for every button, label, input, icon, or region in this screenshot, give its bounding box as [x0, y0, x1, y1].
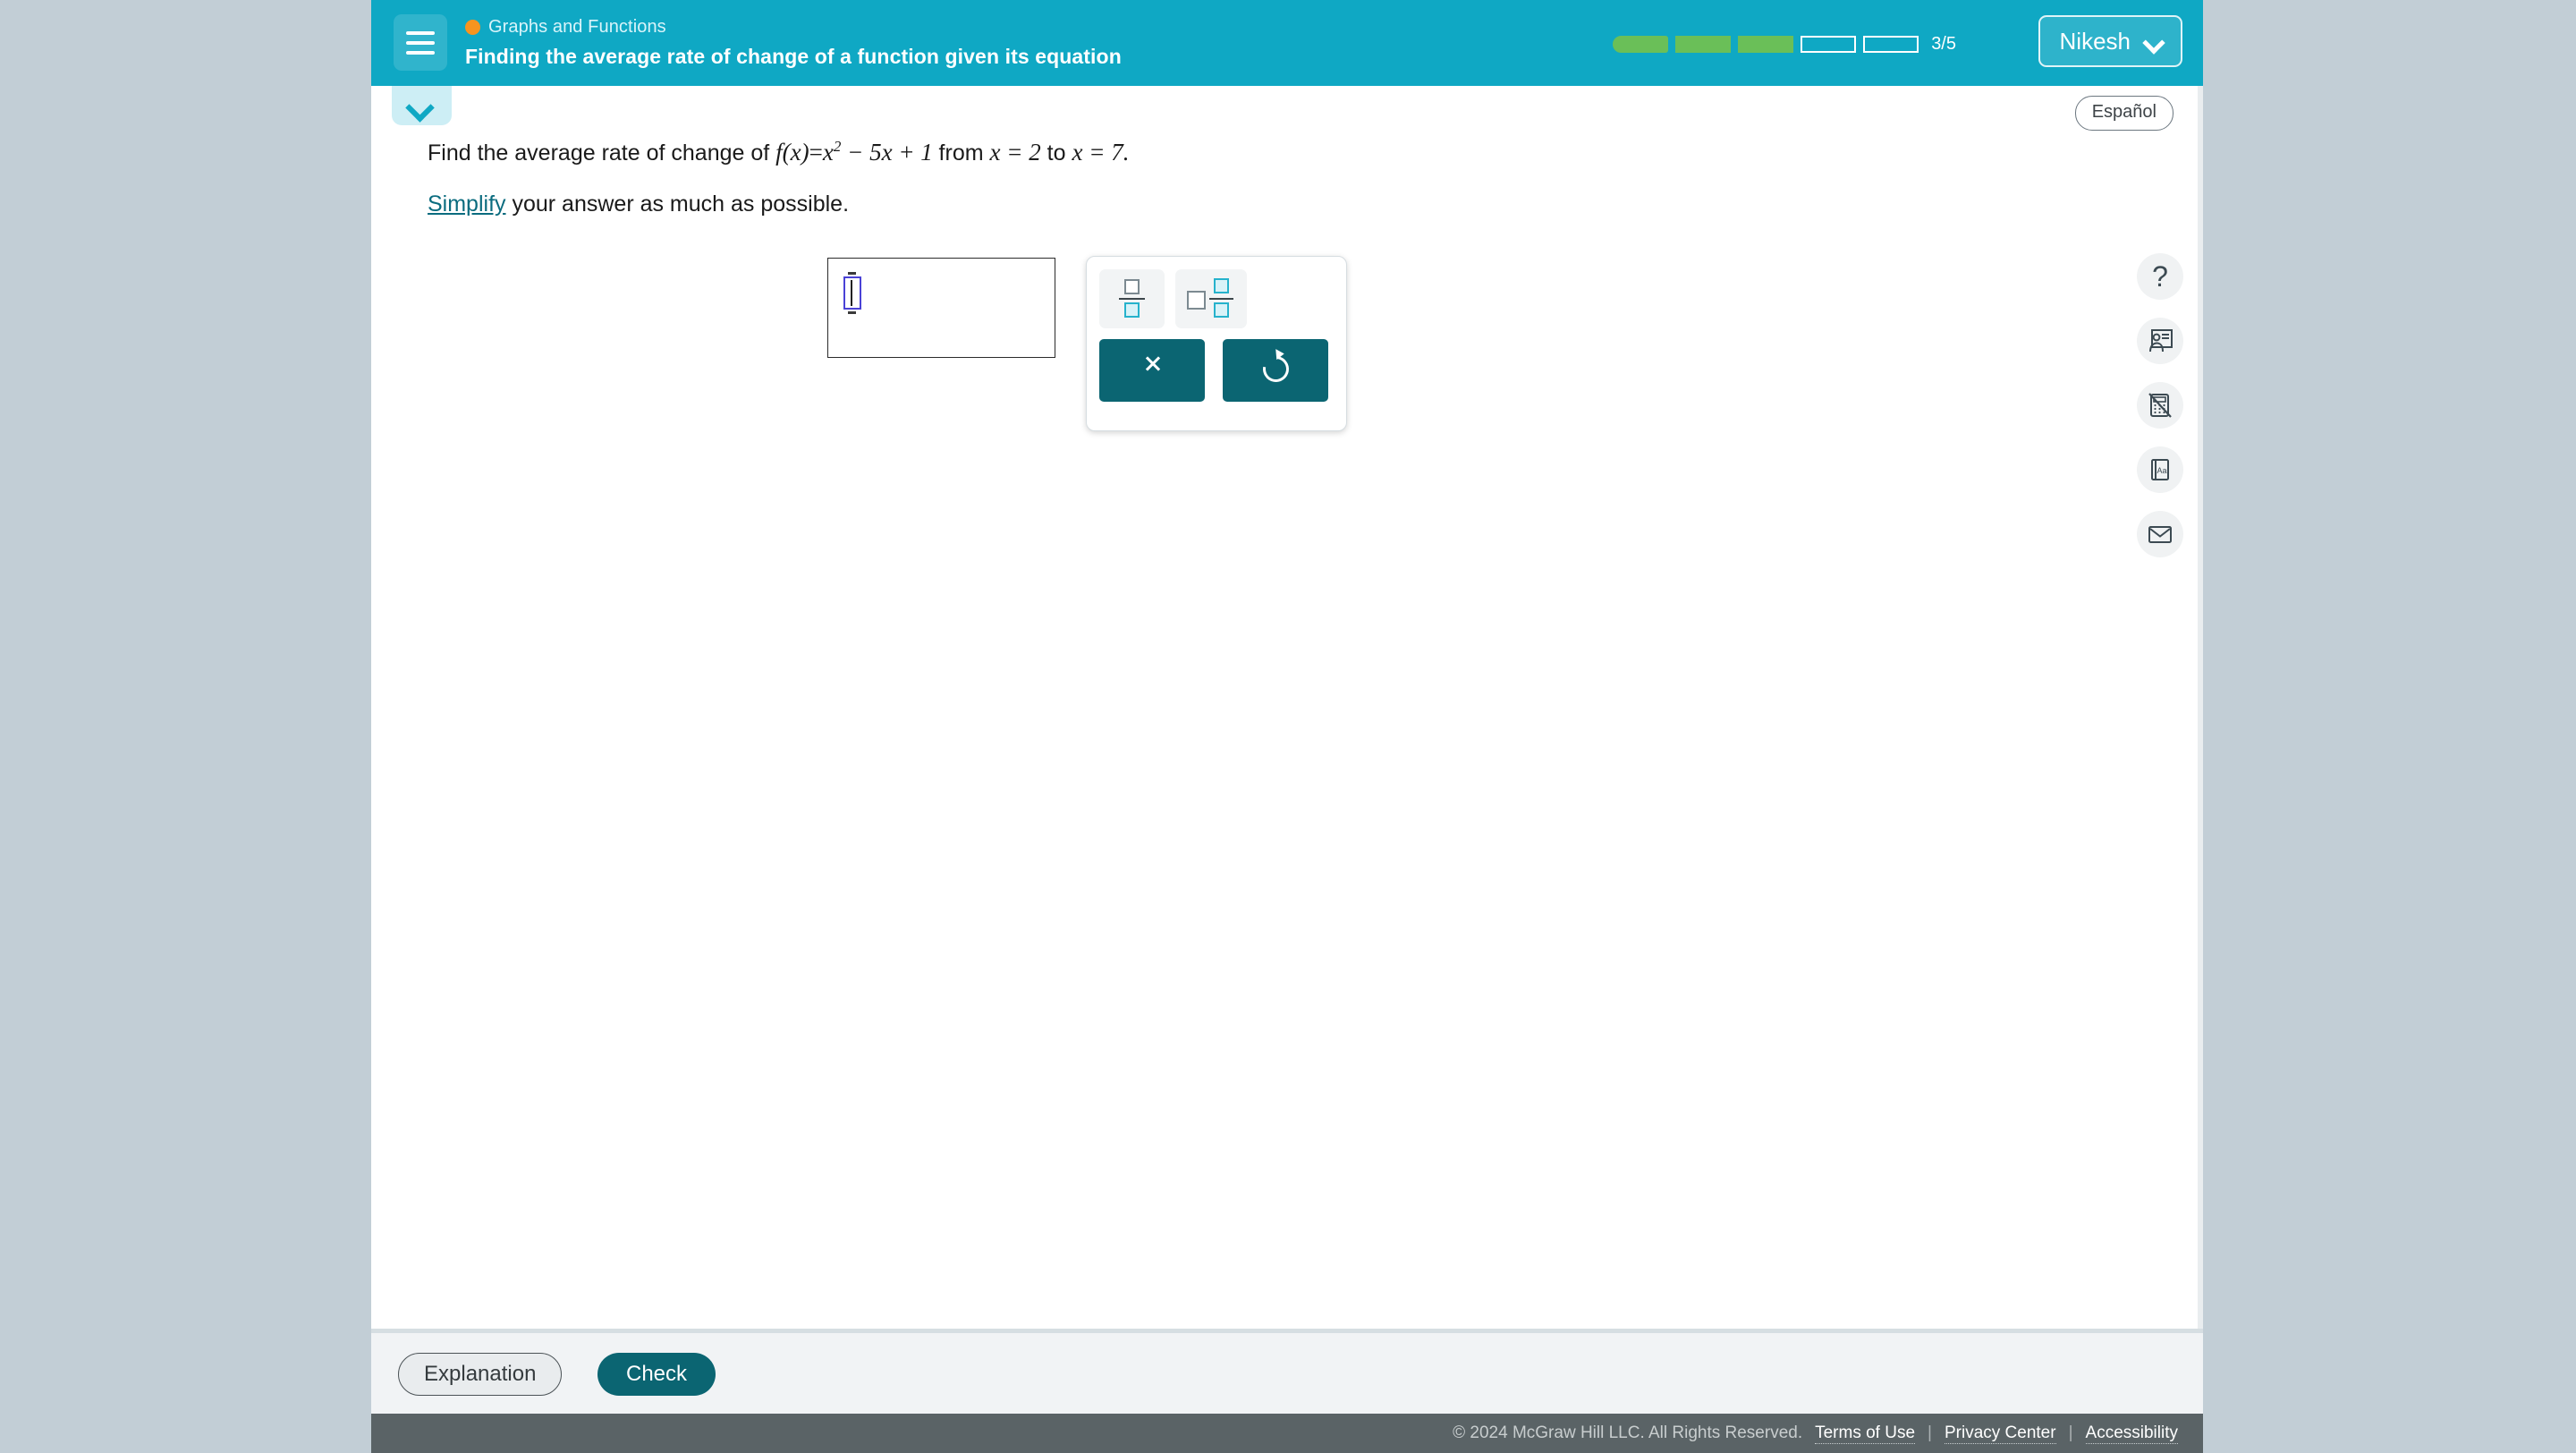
whole-number-box: [1187, 291, 1206, 310]
denominator-box: [1214, 302, 1229, 318]
numerator-box: [1124, 279, 1140, 294]
to-value: x = 7.: [1072, 139, 1130, 166]
application-window: Graphs and Functions Finding the average…: [371, 0, 2203, 1453]
function-arg: (x): [782, 139, 809, 166]
undo-button[interactable]: [1223, 339, 1328, 402]
exponent: 2: [833, 138, 842, 155]
function-expression: f(x)=x2 − 5x + 1: [775, 138, 938, 166]
message-button[interactable]: [2137, 511, 2183, 557]
problem-instruction: Simplify your answer as much as possible…: [428, 191, 1948, 217]
progress-segment: [1675, 36, 1732, 53]
expression-rest: − 5x + 1: [847, 139, 933, 166]
progress-segment: [1613, 36, 1669, 53]
instruction-rest: your answer as much as possible.: [512, 191, 850, 217]
privacy-center-link[interactable]: Privacy Center: [1944, 1423, 2056, 1444]
app-header: Graphs and Functions Finding the average…: [371, 0, 2203, 86]
progress-segment: [1863, 36, 1919, 53]
footer: © 2024 McGraw Hill LLC. All Rights Reser…: [371, 1414, 2203, 1453]
from-word: from: [938, 140, 984, 166]
hamburger-bar: [406, 41, 435, 45]
chevron-down-icon: [2145, 36, 2163, 47]
user-name: Nikesh: [2059, 27, 2131, 55]
problem-statement: Find the average rate of change of f(x)=…: [428, 136, 1948, 217]
clear-button[interactable]: [1099, 339, 1205, 402]
hamburger-bar: [406, 51, 435, 55]
person-screen-icon: [2149, 329, 2173, 353]
placeholder-tick: [848, 311, 856, 314]
progress-indicator: 3/5: [1613, 34, 1956, 55]
user-menu-button[interactable]: Nikesh: [2038, 15, 2182, 67]
close-x-icon: [1145, 356, 1161, 371]
orange-circle-icon: [465, 20, 480, 35]
hamburger-menu-icon[interactable]: [394, 14, 447, 71]
answer-input[interactable]: [827, 258, 1055, 358]
envelope-icon: [2148, 526, 2172, 543]
terms-of-use-link[interactable]: Terms of Use: [1815, 1423, 1916, 1444]
numerator-box: [1214, 278, 1229, 293]
term-x: x: [822, 139, 834, 166]
tutorial-video-button[interactable]: [2137, 318, 2183, 364]
calculator-button[interactable]: [2137, 382, 2183, 429]
footer-separator: |: [1928, 1423, 1932, 1442]
check-button[interactable]: Check: [597, 1353, 716, 1396]
language-toggle-button[interactable]: Español: [2074, 96, 2174, 131]
fraction-template-button[interactable]: [1099, 269, 1165, 328]
undo-arrow-icon: [1258, 351, 1294, 387]
footer-separator: |: [2068, 1423, 2073, 1442]
denominator-box: [1124, 302, 1140, 318]
from-value: x = 2: [989, 139, 1041, 166]
page-title: Finding the average rate of change of a …: [465, 45, 1122, 68]
svg-text:Aa: Aa: [2157, 466, 2166, 475]
simplify-link[interactable]: Simplify: [428, 191, 506, 217]
explanation-button[interactable]: Explanation: [398, 1353, 563, 1396]
function-name: f: [775, 139, 783, 166]
mixed-number-template-button[interactable]: [1175, 269, 1247, 328]
scrollbar-track[interactable]: [2198, 86, 2203, 1329]
action-bar: Explanation Check: [371, 1333, 2203, 1414]
tool-rail: ? Aa: [2137, 253, 2183, 557]
progress-segment: [1801, 36, 1857, 53]
to-word: to: [1046, 140, 1066, 166]
collapse-header-tab[interactable]: [392, 86, 452, 125]
calculator-disabled-icon: [2148, 393, 2172, 418]
progress-count: 3/5: [1931, 34, 1956, 54]
breadcrumb[interactable]: Graphs and Functions: [465, 17, 666, 38]
hamburger-bar: [406, 31, 435, 35]
glossary-button[interactable]: Aa: [2137, 446, 2183, 493]
help-button[interactable]: ?: [2137, 253, 2183, 300]
question-mark-icon: ?: [2152, 260, 2168, 293]
accessibility-link[interactable]: Accessibility: [2085, 1423, 2178, 1444]
problem-prompt: Find the average rate of change of f(x)=…: [428, 136, 1948, 169]
math-toolbar: [1086, 256, 1347, 431]
math-cursor-placeholder: [843, 272, 861, 314]
topic-label: Graphs and Functions: [488, 17, 666, 37]
progress-segment: [1738, 36, 1794, 53]
fraction-bar: [1119, 298, 1145, 300]
book-aa-icon: Aa: [2151, 459, 2169, 480]
placeholder-tick: [848, 272, 856, 275]
copyright-text: © 2024 McGraw Hill LLC. All Rights Reser…: [1453, 1423, 1803, 1442]
equals-sign: =: [809, 139, 823, 166]
fraction-bar: [1209, 298, 1233, 300]
prompt-prefix: Find the average rate of change of: [428, 140, 770, 166]
